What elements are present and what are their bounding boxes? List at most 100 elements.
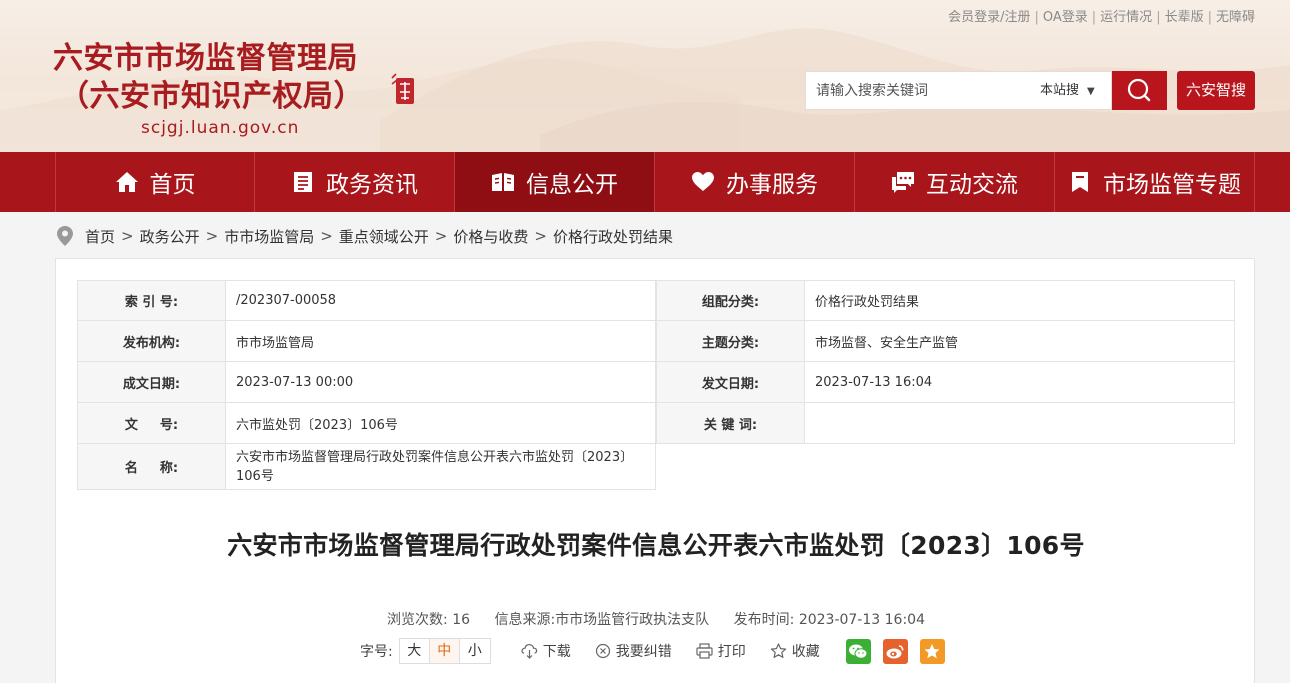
oa-login-link[interactable]: OA登录	[1043, 10, 1088, 25]
meta-row: 成文日期: 2023-07-13 00:00 发文日期: 2023-07-13 …	[77, 362, 1235, 403]
meta-value-category: 价格行政处罚结果	[805, 280, 1235, 321]
search-scope-select[interactable]: 本站搜 ▼	[1040, 72, 1112, 109]
meta-value-topic: 市场监督、安全生产监管	[805, 321, 1235, 362]
meta-value-docno: 六市监处罚〔2023〕106号	[226, 403, 656, 444]
site-title-line1: 六安市市场监督管理局	[53, 41, 358, 76]
breadcrumb-item-home[interactable]: 首页	[85, 226, 115, 247]
top-links: 会员登录/注册 | OA登录 | 运行情况 | 长辈版 | 无障碍	[948, 10, 1255, 25]
star-icon	[770, 643, 786, 658]
nav-item-services[interactable]: 办事服务	[655, 152, 855, 212]
breadcrumb-item-key-areas[interactable]: 重点领域公开	[339, 226, 429, 247]
site-title-line2: （六安市知识产权局）	[59, 79, 364, 114]
weibo-icon	[886, 644, 904, 658]
meta-key-publisher: 发布机构:	[77, 321, 226, 362]
heart-icon	[692, 172, 714, 191]
chat-icon	[892, 172, 914, 193]
breadcrumb-item-current[interactable]: 价格行政处罚结果	[553, 226, 673, 247]
wechat-icon	[849, 644, 868, 659]
bookmark-icon	[1072, 172, 1088, 192]
status-link[interactable]: 运行情况	[1100, 10, 1152, 25]
breadcrumb-item-price[interactable]: 价格与收费	[453, 226, 528, 247]
share-favorite-button[interactable]	[919, 638, 945, 664]
star-icon	[924, 643, 940, 658]
publish-time-value: 2023-07-13 16:04	[798, 612, 925, 628]
nav-item-label: 首页	[149, 172, 196, 198]
meta-value-published: 2023-07-13 16:04	[805, 362, 1235, 403]
meta-value-publisher: 市市场监管局	[226, 321, 656, 362]
member-login-link[interactable]: 会员登录/注册	[948, 10, 1030, 25]
search-input[interactable]	[806, 72, 1036, 109]
caret-down-icon: ▼	[1087, 86, 1095, 97]
search-scope-label: 本站搜	[1040, 83, 1080, 98]
source-label: 信息来源:	[494, 612, 556, 628]
font-size-medium-button[interactable]: 中	[429, 639, 460, 663]
nav-item-label: 政务资讯	[326, 172, 418, 198]
correction-label: 我要纠错	[615, 644, 672, 660]
font-size-group: 大 中 小	[398, 638, 491, 664]
meta-value-keywords	[805, 403, 1235, 444]
error-correction-icon	[595, 643, 610, 659]
breadcrumb-item-gov-open[interactable]: 政务公开	[140, 226, 200, 247]
publish-time-label: 发布时间:	[733, 612, 795, 628]
source-value: 市市场监管行政执法支队	[555, 612, 710, 628]
elder-version-link[interactable]: 长辈版	[1165, 10, 1204, 25]
nav-item-label: 市场监管专题	[1103, 172, 1241, 198]
document-tools: 字号: 大 中 小 下载 我要纠错 打印 收藏	[360, 638, 957, 664]
nav-item-home[interactable]: 首页	[55, 152, 255, 212]
correction-button[interactable]: 我要纠错	[595, 641, 672, 661]
accessibility-link[interactable]: 无障碍	[1216, 10, 1255, 25]
document-icon	[294, 172, 312, 192]
meta-row: 名 称: 六安市市场监督管理局行政处罚案件信息公开表六市监处罚〔2023〕106…	[77, 444, 1235, 490]
print-label: 打印	[717, 644, 746, 660]
open-book-icon	[492, 173, 514, 191]
meta-key-name: 名 称:	[77, 444, 226, 490]
meta-key-category: 组配分类:	[656, 280, 805, 321]
site-domain: scjgj.luan.gov.cn	[141, 118, 300, 138]
smart-search-button[interactable]: 六安智搜	[1177, 71, 1255, 110]
font-size-label: 字号:	[360, 644, 393, 660]
site-title[interactable]: 六安市市场监督管理局 （六安市知识产权局）	[53, 40, 364, 116]
meta-key-docno: 文 号:	[77, 403, 226, 444]
download-label: 下载	[542, 644, 571, 660]
font-size-small-button[interactable]: 小	[460, 639, 490, 663]
nav-item-label: 互动交流	[926, 172, 1018, 198]
meta-key-index-no: 索 引 号:	[77, 280, 226, 321]
print-button[interactable]: 打印	[696, 641, 746, 661]
meta-key-topic: 主题分类:	[656, 321, 805, 362]
nav-item-news[interactable]: 政务资讯	[255, 152, 455, 212]
meta-value-name: 六安市市场监督管理局行政处罚案件信息公开表六市监处罚〔2023〕106号	[226, 444, 656, 490]
document-title: 六安市市场监督管理局行政处罚案件信息公开表六市监处罚〔2023〕106号	[227, 531, 1085, 560]
meta-row: 索 引 号: /202307-00058 组配分类: 价格行政处罚结果	[77, 280, 1235, 321]
nav-item-topics[interactable]: 市场监管专题	[1055, 152, 1255, 212]
meta-value-created: 2023-07-13 00:00	[226, 362, 656, 403]
breadcrumb-item-bureau[interactable]: 市市场监管局	[224, 226, 314, 247]
main-content: 索 引 号: /202307-00058 组配分类: 价格行政处罚结果 发布机构…	[55, 258, 1255, 683]
download-icon	[521, 644, 537, 659]
meta-row: 发布机构: 市市场监管局 主题分类: 市场监督、安全生产监管	[77, 321, 1235, 362]
share-weibo-button[interactable]	[882, 638, 908, 664]
share-wechat-button[interactable]	[845, 638, 871, 664]
breadcrumb: 首页 > 政务公开 > 市市场监管局 > 重点领域公开 > 价格与收费 > 价格行政处罚结…	[57, 225, 673, 247]
search-button[interactable]	[1112, 71, 1167, 110]
views-label: 浏览次数:	[387, 612, 448, 628]
favorite-button[interactable]: 收藏	[770, 641, 820, 661]
meta-key-published: 发文日期:	[656, 362, 805, 403]
print-icon	[696, 643, 713, 659]
search-box: 本站搜 ▼	[805, 71, 1112, 110]
home-icon	[115, 172, 138, 192]
meta-key-keywords: 关 键 词:	[656, 403, 805, 444]
meta-row: 文 号: 六市监处罚〔2023〕106号 关 键 词:	[77, 403, 1235, 444]
seal-icon	[391, 73, 414, 104]
font-size-large-button[interactable]: 大	[400, 639, 430, 663]
site-header: 会员登录/注册 | OA登录 | 运行情况 | 长辈版 | 无障碍 六安市市场监督管理局 （六安…	[0, 0, 1290, 152]
document-info: 浏览次数: 16 信息来源:市市场监管行政执法支队 发布时间: 2023-07-…	[56, 609, 1256, 629]
views-count: 16	[452, 612, 471, 628]
nav-item-interaction[interactable]: 互动交流	[855, 152, 1055, 212]
nav-item-info-open[interactable]: 信息公开	[455, 152, 655, 212]
meta-table: 索 引 号: /202307-00058 组配分类: 价格行政处罚结果 发布机构…	[77, 280, 1235, 490]
favorite-label: 收藏	[791, 644, 820, 660]
meta-key-created: 成文日期:	[77, 362, 226, 403]
meta-value-index-no: /202307-00058	[226, 280, 656, 321]
download-button[interactable]: 下载	[521, 641, 571, 661]
search-icon	[1127, 78, 1151, 102]
